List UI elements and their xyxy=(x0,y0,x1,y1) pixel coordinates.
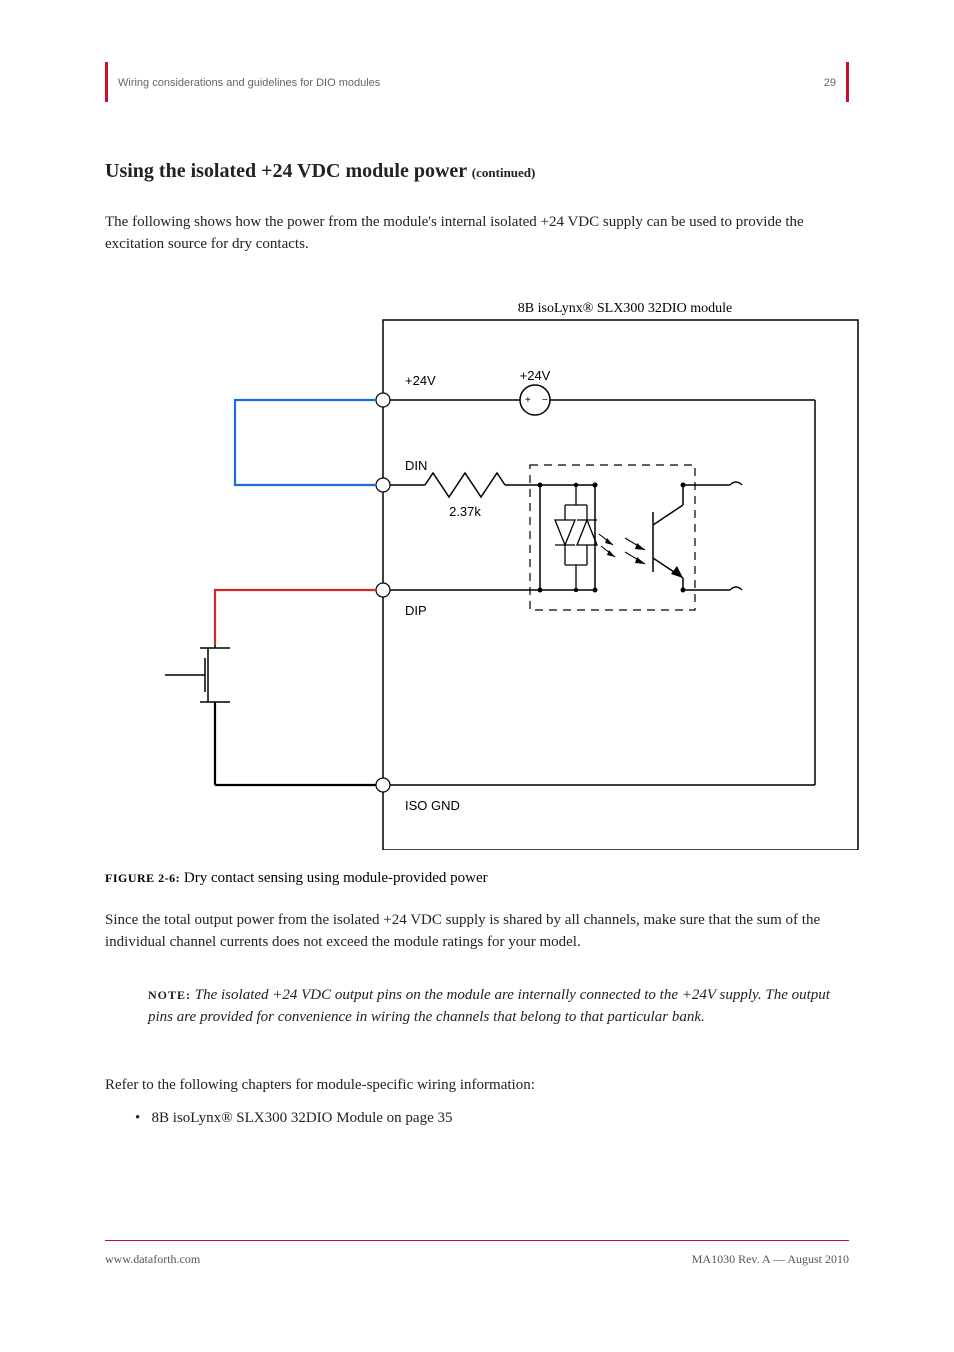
header-bar-right xyxy=(846,62,849,102)
diode1-tri xyxy=(555,520,575,545)
wire-ext-dip-to-switch xyxy=(215,590,376,645)
pin-isognd-label: ISO GND xyxy=(405,798,460,813)
note-label: NOTE: xyxy=(148,988,191,1002)
led-tri xyxy=(577,520,597,545)
circuit-svg: 8B isoLynx® SLX300 32DIO module +24V DIN… xyxy=(105,290,860,850)
footer-right: MA1030 Rev. A — August 2010 xyxy=(692,1252,849,1267)
vsrc-label: +24V xyxy=(520,368,551,383)
resistor-symbol xyxy=(425,473,505,497)
bullet-row: • 8B isoLynx® SLX300 32DIO Module on pag… xyxy=(135,1108,849,1130)
transistor-collector-leg xyxy=(653,505,683,525)
resistor-label: 2.37k xyxy=(449,504,481,519)
figure-caption-label: FIGURE 2-6: xyxy=(105,871,180,885)
pin-24v-circle xyxy=(376,393,390,407)
module-label: 8B isoLynx® SLX300 32DIO module xyxy=(518,301,732,316)
node-dip-opto xyxy=(538,588,543,593)
footer-left: www.dataforth.com xyxy=(105,1252,200,1267)
footer-rule xyxy=(105,1240,849,1241)
opto-out-bot-break xyxy=(730,587,742,590)
pin-dip-label: DIP xyxy=(405,603,427,618)
pin-din-label: DIN xyxy=(405,458,427,473)
paragraph-1: The following shows how the power from t… xyxy=(105,212,849,256)
section-heading: Using the isolated +24 VDC module power … xyxy=(105,160,535,183)
note-block: NOTE: The isolated +24 VDC output pins o… xyxy=(148,985,849,1029)
figure-caption: FIGURE 2-6: Dry contact sensing using mo… xyxy=(105,870,488,887)
figure-caption-text: Dry contact sensing using module-provide… xyxy=(184,870,488,886)
pin-24v-label: +24V xyxy=(405,373,436,388)
header-page: 29 xyxy=(824,77,836,89)
heading-text: Using the isolated +24 VDC module power xyxy=(105,160,467,182)
opto-box xyxy=(530,465,695,610)
paragraph-2: Since the total output power from the is… xyxy=(105,910,849,954)
bullet-dot: • xyxy=(135,1110,148,1126)
wire-ext-24v-to-din xyxy=(235,400,376,485)
paragraph-3: Refer to the following chapters for modu… xyxy=(105,1075,849,1097)
opto-out-top-break xyxy=(730,482,742,485)
header-title: Wiring considerations and guidelines for… xyxy=(118,77,380,89)
heading-continued: (continued) xyxy=(472,165,536,180)
vsrc-minus: − xyxy=(542,395,548,406)
figure-container: 8B isoLynx® SLX300 32DIO module +24V DIN… xyxy=(105,290,860,850)
header-right-text: 29 xyxy=(824,73,846,91)
transistor-emitter-arrow xyxy=(671,566,683,578)
pin-dip-circle xyxy=(376,583,390,597)
pin-isognd-circle xyxy=(376,778,390,792)
header-left-text: Wiring considerations and guidelines for… xyxy=(108,73,824,91)
pin-din-circle xyxy=(376,478,390,492)
vsrc-plus: + xyxy=(525,395,531,406)
bullet-text: 8B isoLynx® SLX300 32DIO Module on page … xyxy=(152,1110,453,1126)
note-body: The isolated +24 VDC output pins on the … xyxy=(148,987,830,1025)
page-header: Wiring considerations and guidelines for… xyxy=(105,62,849,102)
